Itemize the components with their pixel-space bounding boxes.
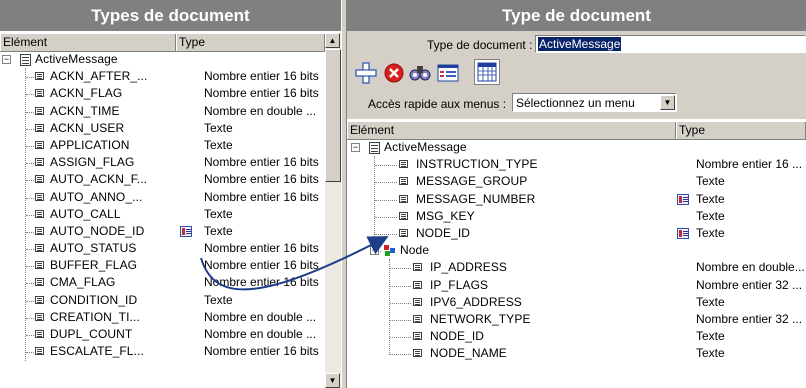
drag-arrow	[200, 236, 389, 291]
